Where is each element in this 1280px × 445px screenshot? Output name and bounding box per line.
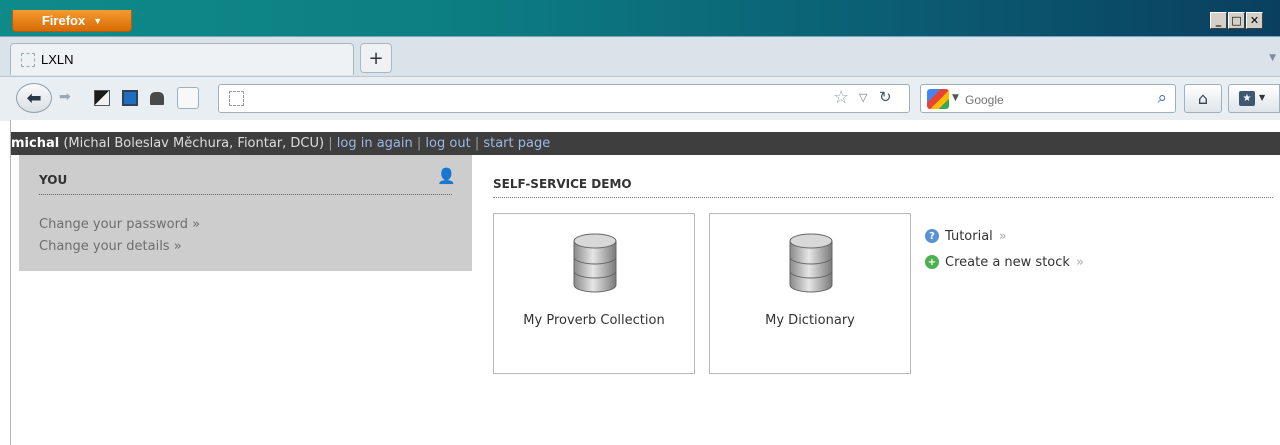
tab-title: LXLN [41, 52, 74, 67]
database-icon [573, 233, 617, 293]
username: michal [11, 136, 60, 151]
you-heading: YOU [39, 173, 68, 187]
address-bar[interactable]: ☆ ▽ ↻ [218, 84, 910, 113]
add-icon: + [925, 255, 939, 269]
search-bar[interactable]: ▼ ⌕ [920, 84, 1176, 113]
search-icon[interactable]: ⌕ [1157, 88, 1167, 108]
toolbar-page-icon[interactable] [177, 87, 199, 109]
toolbar-window-icon[interactable] [122, 90, 138, 106]
demo-heading: SELF-SERVICE DEMO [493, 177, 632, 191]
navigation-toolbar: ⬅ ➡ ☆ ▽ ↻ ▼ ⌕ ⌂ ★ ▼ [0, 76, 1280, 121]
tab-strip: LXLN + ▼ [0, 36, 1280, 77]
help-icon: ? [925, 229, 939, 243]
create-new-stock-link[interactable]: + Create a new stock » [925, 249, 1084, 275]
link-label: Tutorial [945, 228, 993, 244]
start-page-link[interactable]: start page [483, 136, 550, 151]
blank-favicon-icon [229, 91, 244, 106]
home-button[interactable]: ⌂ [1184, 84, 1222, 113]
user-bar: michal (Michal Boleslav Měchura, Fiontar… [11, 132, 1280, 155]
tutorial-link[interactable]: ? Tutorial » [925, 223, 1084, 249]
arrow-glyph: » [998, 228, 1007, 244]
engine-dropdown-icon[interactable]: ▼ [952, 93, 959, 103]
firefox-menu-label: Firefox [41, 13, 86, 28]
card-title: My Dictionary [765, 313, 855, 328]
bookmarks-button[interactable]: ★ ▼ [1228, 84, 1280, 113]
user-icon: 👤 [437, 167, 456, 185]
card-title: My Proverb Collection [523, 313, 665, 328]
history-dropdown-icon[interactable]: ▽ [859, 91, 867, 104]
user-details: (Michal Boleslav Měchura, Fiontar, DCU) [63, 136, 325, 151]
maximize-button[interactable]: □ [1228, 12, 1245, 29]
you-panel: YOU 👤 Change your password » Change your… [19, 155, 472, 271]
database-icon [789, 233, 833, 293]
stock-card-proverb-collection[interactable]: My Proverb Collection [493, 213, 695, 374]
separator: | [328, 136, 333, 151]
window-titlebar: Firefox ▼ _ □ ✕ [0, 0, 1280, 36]
separator: | [474, 136, 480, 151]
new-tab-button[interactable]: + [360, 43, 392, 73]
blank-favicon-icon [21, 53, 35, 67]
stock-card-dictionary[interactable]: My Dictionary [709, 213, 911, 374]
divider [39, 194, 452, 195]
dropdown-arrow-icon: ▼ [1259, 93, 1266, 102]
search-input[interactable] [963, 90, 1147, 110]
minimize-button[interactable]: _ [1210, 12, 1227, 29]
dropdown-arrow-icon: ▼ [93, 15, 103, 26]
log-in-again-link[interactable]: log in again [337, 136, 413, 151]
separator: | [416, 136, 422, 151]
arrow-glyph: » [1075, 254, 1084, 270]
reload-icon[interactable]: ↻ [879, 88, 892, 106]
google-engine-icon[interactable] [927, 89, 949, 109]
back-button[interactable]: ⬅ [16, 83, 52, 113]
toolbar-extension-icon[interactable] [94, 90, 110, 106]
close-window-button[interactable]: ✕ [1246, 12, 1263, 29]
firefox-menu-button[interactable]: Firefox ▼ [12, 10, 132, 32]
log-out-link[interactable]: log out [425, 136, 470, 151]
bookmark-star-icon[interactable]: ☆ [833, 87, 849, 108]
tab-list-icon[interactable]: ▼ [1269, 53, 1276, 63]
link-label: Create a new stock [945, 254, 1070, 270]
url-input[interactable] [251, 89, 815, 109]
divider [493, 197, 1273, 198]
change-details-link[interactable]: Change your details » [39, 239, 182, 254]
change-password-link[interactable]: Change your password » [39, 217, 200, 232]
forward-button[interactable]: ➡ [59, 89, 71, 105]
bookmarks-icon: ★ [1239, 91, 1255, 106]
browser-tab[interactable]: LXLN [10, 43, 354, 75]
demo-side-links: ? Tutorial » + Create a new stock » [925, 223, 1084, 275]
home-icon: ⌂ [1197, 89, 1209, 108]
back-arrow-icon: ⬅ [26, 87, 42, 109]
toolbar-bag-icon[interactable] [150, 92, 164, 105]
page-content: michal (Michal Boleslav Měchura, Fiontar… [10, 120, 1280, 445]
